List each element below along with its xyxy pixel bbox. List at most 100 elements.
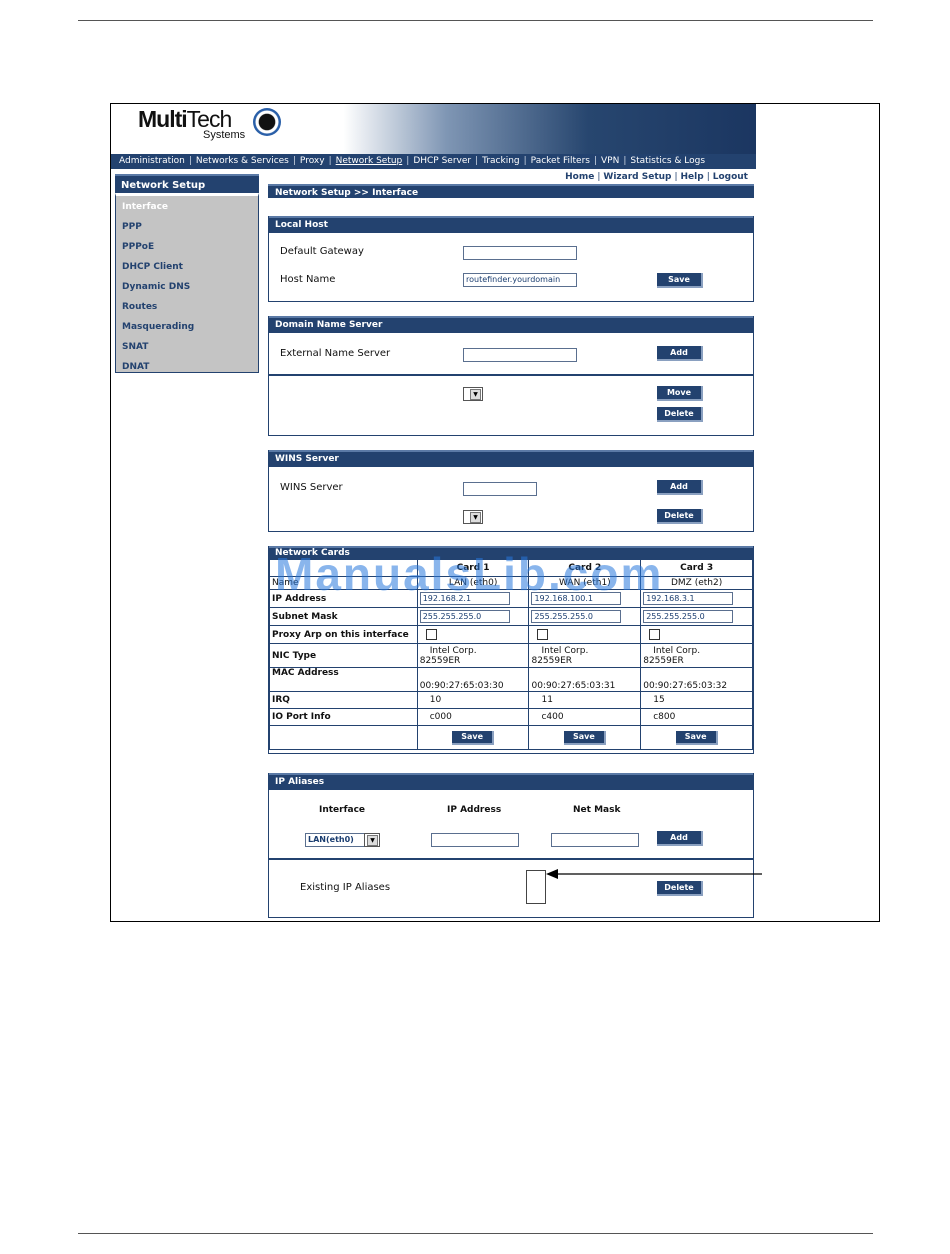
proxy-arp-checkbox[interactable]: [649, 629, 661, 640]
logo-subtitle: Systems: [203, 129, 246, 141]
mask-input[interactable]: 255.255.255.0: [643, 610, 734, 623]
sidebar-item[interactable]: PPPoE: [116, 240, 258, 260]
nic-model: 82559ER: [643, 655, 684, 666]
default-gateway-input[interactable]: [463, 246, 577, 260]
alias-add-button[interactable]: Add: [657, 831, 703, 846]
dns-divider: [269, 374, 753, 376]
table-cell: 255.255.255.0: [640, 607, 753, 626]
alias-interface-dropdown[interactable]: ▼: [364, 833, 380, 847]
breadcrumb: Network Setup >> Interface: [268, 184, 754, 198]
table-cell: Card 1: [416, 559, 530, 577]
wins-delete-button[interactable]: Delete: [657, 509, 703, 524]
local-host-save-button[interactable]: Save: [657, 273, 703, 288]
sidebar-item[interactable]: Dynamic DNS: [116, 280, 258, 300]
card-save-button[interactable]: Save: [563, 730, 606, 745]
wins-add-button[interactable]: Add: [657, 480, 703, 495]
alias-interface-header: Interface: [319, 805, 366, 815]
table-cell: 192.168.2.1: [416, 589, 530, 608]
default-gateway-label: Default Gateway: [280, 246, 364, 257]
sidebar-item[interactable]: Masquerading: [116, 320, 258, 340]
row-header: [269, 559, 418, 577]
table-cell: 00:90:27:65:03:31: [528, 667, 642, 692]
chevron-down-icon: ▼: [367, 835, 378, 846]
table-row: NIC Type Intel Corp. 82559ER Intel Corp. 825…: [269, 643, 753, 668]
table-cell: [416, 625, 530, 644]
sidebar-title: Network Setup: [115, 174, 259, 193]
proxy-arp-checkbox[interactable]: [425, 629, 437, 640]
alias-ip-input[interactable]: [431, 833, 519, 847]
alias-netmask-input[interactable]: [551, 833, 639, 847]
sidebar-item[interactable]: DNAT: [116, 360, 258, 380]
existing-aliases-list[interactable]: [526, 870, 546, 904]
table-row: IO Port Info c000 c400 c800: [269, 708, 753, 726]
ip-input[interactable]: 192.168.3.1: [643, 592, 734, 605]
annotation-column: [756, 103, 880, 922]
mask-input[interactable]: 255.255.255.0: [531, 610, 622, 623]
ip-input[interactable]: 192.168.2.1: [419, 592, 510, 605]
table-cell: [640, 625, 753, 644]
table-cell: DMZ (eth2): [640, 576, 753, 590]
nav-item[interactable]: Networks & Services: [192, 154, 293, 169]
external-name-server-label: External Name Server: [280, 348, 391, 359]
utility-link[interactable]: Help: [681, 172, 704, 182]
ip-aliases-panel: IP Aliases Interface IP Address Net Mask…: [268, 773, 754, 918]
alias-interface-select[interactable]: LAN(eth0): [305, 833, 365, 847]
utility-link[interactable]: Wizard Setup: [603, 172, 671, 182]
dns-server-select[interactable]: ▼: [463, 387, 483, 401]
dns-move-button[interactable]: Move: [657, 386, 703, 401]
nic-model: 82559ER: [531, 655, 573, 666]
table-row: IP Address 192.168.2.1 192.168.100.1 192.16…: [269, 589, 753, 608]
nav-item[interactable]: Packet Filters: [527, 154, 594, 169]
utility-link[interactable]: Logout: [713, 172, 748, 182]
table-cell: Intel Corp. 82559ER: [416, 643, 530, 668]
wins-server-select[interactable]: ▼: [463, 510, 483, 524]
table-cell: Intel Corp. 82559ER: [640, 643, 753, 668]
sidebar-item[interactable]: DHCP Client: [116, 260, 258, 280]
wins-server-label: WINS Server: [280, 482, 343, 493]
table-row: Card 1 Card 2 Card 3: [269, 559, 753, 577]
row-header: [269, 725, 418, 750]
nav-item[interactable]: Statistics & Logs: [626, 154, 709, 169]
nav-item[interactable]: Network Setup: [332, 154, 407, 169]
screenshot-frame: MultiTech Systems Administration | Network…: [110, 103, 757, 922]
sidebar-item[interactable]: Interface: [116, 200, 258, 220]
alias-ip-header: IP Address: [447, 805, 502, 815]
link-separator: |: [674, 172, 678, 182]
utility-link[interactable]: Home: [565, 172, 594, 182]
table-cell: Save: [416, 725, 530, 750]
sidebar-item[interactable]: SNAT: [116, 340, 258, 360]
sidebar-item[interactable]: PPP: [116, 220, 258, 240]
row-header: Proxy Arp on this interface: [269, 625, 418, 644]
host-name-input[interactable]: routefinder.yourdomain: [463, 273, 577, 287]
mask-input[interactable]: 255.255.255.0: [419, 610, 510, 623]
dns-delete-button[interactable]: Delete: [657, 407, 703, 422]
table-cell: Card 2: [528, 559, 642, 577]
network-cards-table-wrap: Card 1 Card 2 Card 3 Name LAN (eth0) WAN (eth…: [269, 559, 753, 750]
table-cell: 00:90:27:65:03:30: [416, 667, 530, 692]
dns-add-button[interactable]: Add: [657, 346, 703, 361]
nav-item[interactable]: Tracking: [478, 154, 523, 169]
card-save-button[interactable]: Save: [675, 730, 718, 745]
alias-netmask-header: Net Mask: [573, 805, 621, 815]
nav-item[interactable]: VPN: [597, 154, 623, 169]
logo-globe-icon: [253, 108, 281, 136]
nav-item[interactable]: DHCP Server: [409, 154, 475, 169]
page-top-rule: [78, 20, 873, 21]
wins-server-input[interactable]: [463, 482, 537, 496]
table-row: Name LAN (eth0) WAN (eth1) DMZ (eth2): [269, 576, 753, 590]
row-header: NIC Type: [269, 643, 418, 668]
card-save-button[interactable]: Save: [452, 730, 495, 745]
nic-vendor: Intel Corp.: [541, 645, 589, 656]
ip-input[interactable]: 192.168.100.1: [531, 592, 622, 605]
proxy-arp-checkbox[interactable]: [537, 629, 549, 640]
nav-item[interactable]: Administration: [111, 154, 189, 169]
wins-panel: WINS Server WINS Server Add ▼ Delete: [268, 450, 754, 532]
existing-aliases-label: Existing IP Aliases: [300, 882, 391, 893]
sidebar-item[interactable]: Routes: [116, 300, 258, 320]
host-name-label: Host Name: [280, 274, 336, 285]
nav-item[interactable]: Proxy: [296, 154, 329, 169]
alias-delete-button[interactable]: Delete: [657, 881, 703, 896]
table-cell: c400: [528, 708, 642, 726]
table-cell: LAN (eth0): [416, 576, 530, 590]
external-name-server-input[interactable]: [463, 348, 577, 362]
